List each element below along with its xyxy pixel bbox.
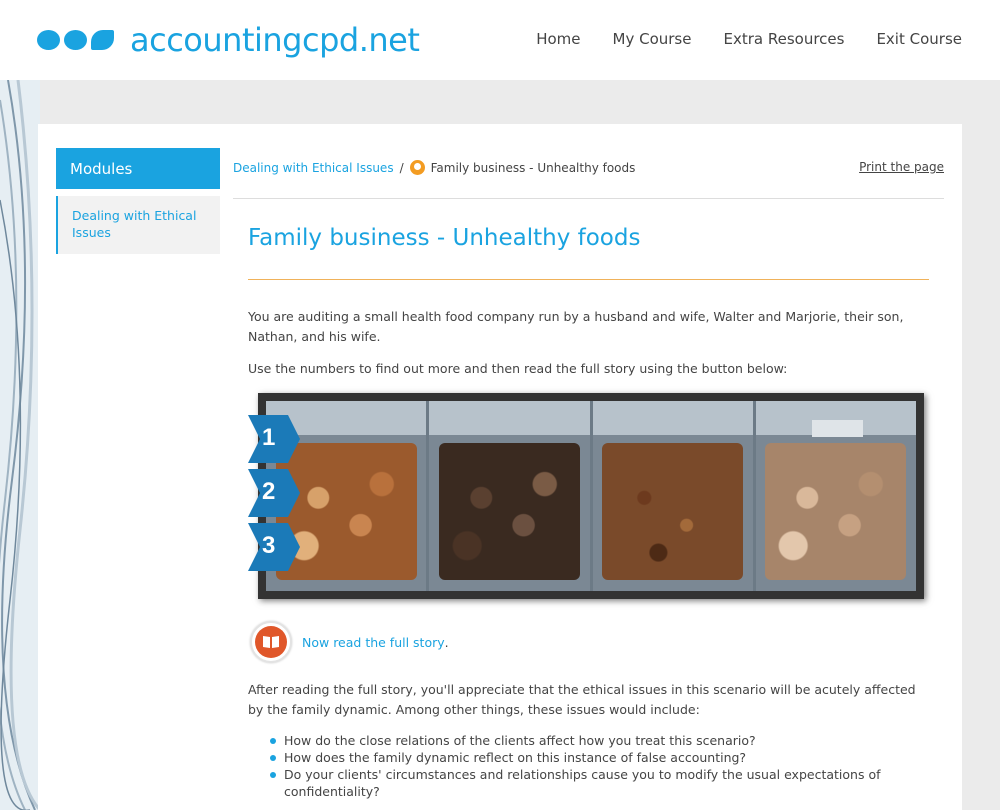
modules-sidebar: Modules Dealing with Ethical Issues (56, 148, 220, 254)
logo-text: accountingcpd.net (130, 21, 420, 59)
hotspot-2-button[interactable]: 2 (248, 469, 300, 517)
title-divider (248, 279, 929, 280)
food-boxes-image (258, 393, 924, 599)
scenario-icon (409, 160, 425, 175)
nav-extra-resources[interactable]: Extra Resources (723, 30, 844, 48)
nav-my-course[interactable]: My Course (613, 30, 692, 48)
book-icon[interactable] (250, 621, 292, 663)
page-title: Family business - Unhealthy foods (248, 225, 641, 251)
site-logo[interactable]: accountingcpd.net (37, 21, 420, 59)
breadcrumb-current: Family business - Unhealthy foods (430, 160, 636, 175)
read-story-row: Now read the full story . (250, 621, 449, 663)
print-page-link[interactable]: Print the page (859, 160, 944, 174)
story-period: . (444, 634, 449, 650)
intro-paragraph: You are auditing a small health food com… (248, 309, 904, 344)
logo-mark-icon (37, 30, 114, 50)
hotspot-2-label: 2 (262, 478, 276, 505)
breadcrumb-parent-link[interactable]: Dealing with Ethical Issues (233, 161, 394, 175)
list-item: How does the family dynamic reflect on t… (270, 749, 910, 766)
instruction-paragraph: Use the numbers to find out more and the… (248, 361, 788, 376)
breadcrumb-divider (233, 198, 944, 199)
nav-home[interactable]: Home (536, 30, 580, 48)
content-card: Modules Dealing with Ethical Issues Deal… (38, 124, 962, 810)
breadcrumb-separator: / (399, 160, 404, 175)
list-item: Do your clients' circumstances and relat… (270, 766, 910, 800)
hotspot-1-button[interactable]: 1 (248, 415, 300, 463)
hotspot-1-label: 1 (262, 424, 276, 451)
breadcrumb: Dealing with Ethical Issues / Family bus… (233, 160, 635, 175)
site-header: accountingcpd.net Home My Course Extra R… (0, 0, 1000, 80)
hotspot-3-button[interactable]: 3 (248, 523, 300, 571)
main-nav: Home My Course Extra Resources Exit Cour… (536, 30, 962, 48)
sidebar-item-ethical-issues[interactable]: Dealing with Ethical Issues (56, 196, 220, 254)
nav-exit-course[interactable]: Exit Course (876, 30, 962, 48)
after-reading-paragraph: After reading the full story, you'll app… (248, 682, 916, 717)
read-full-story-link[interactable]: Now read the full story (302, 635, 445, 650)
list-item: How do the close relations of the client… (270, 732, 910, 749)
hotspot-3-label: 3 (262, 532, 276, 559)
modules-heading: Modules (56, 148, 220, 189)
issues-list: How do the close relations of the client… (270, 732, 910, 800)
background-swirl (0, 80, 40, 810)
